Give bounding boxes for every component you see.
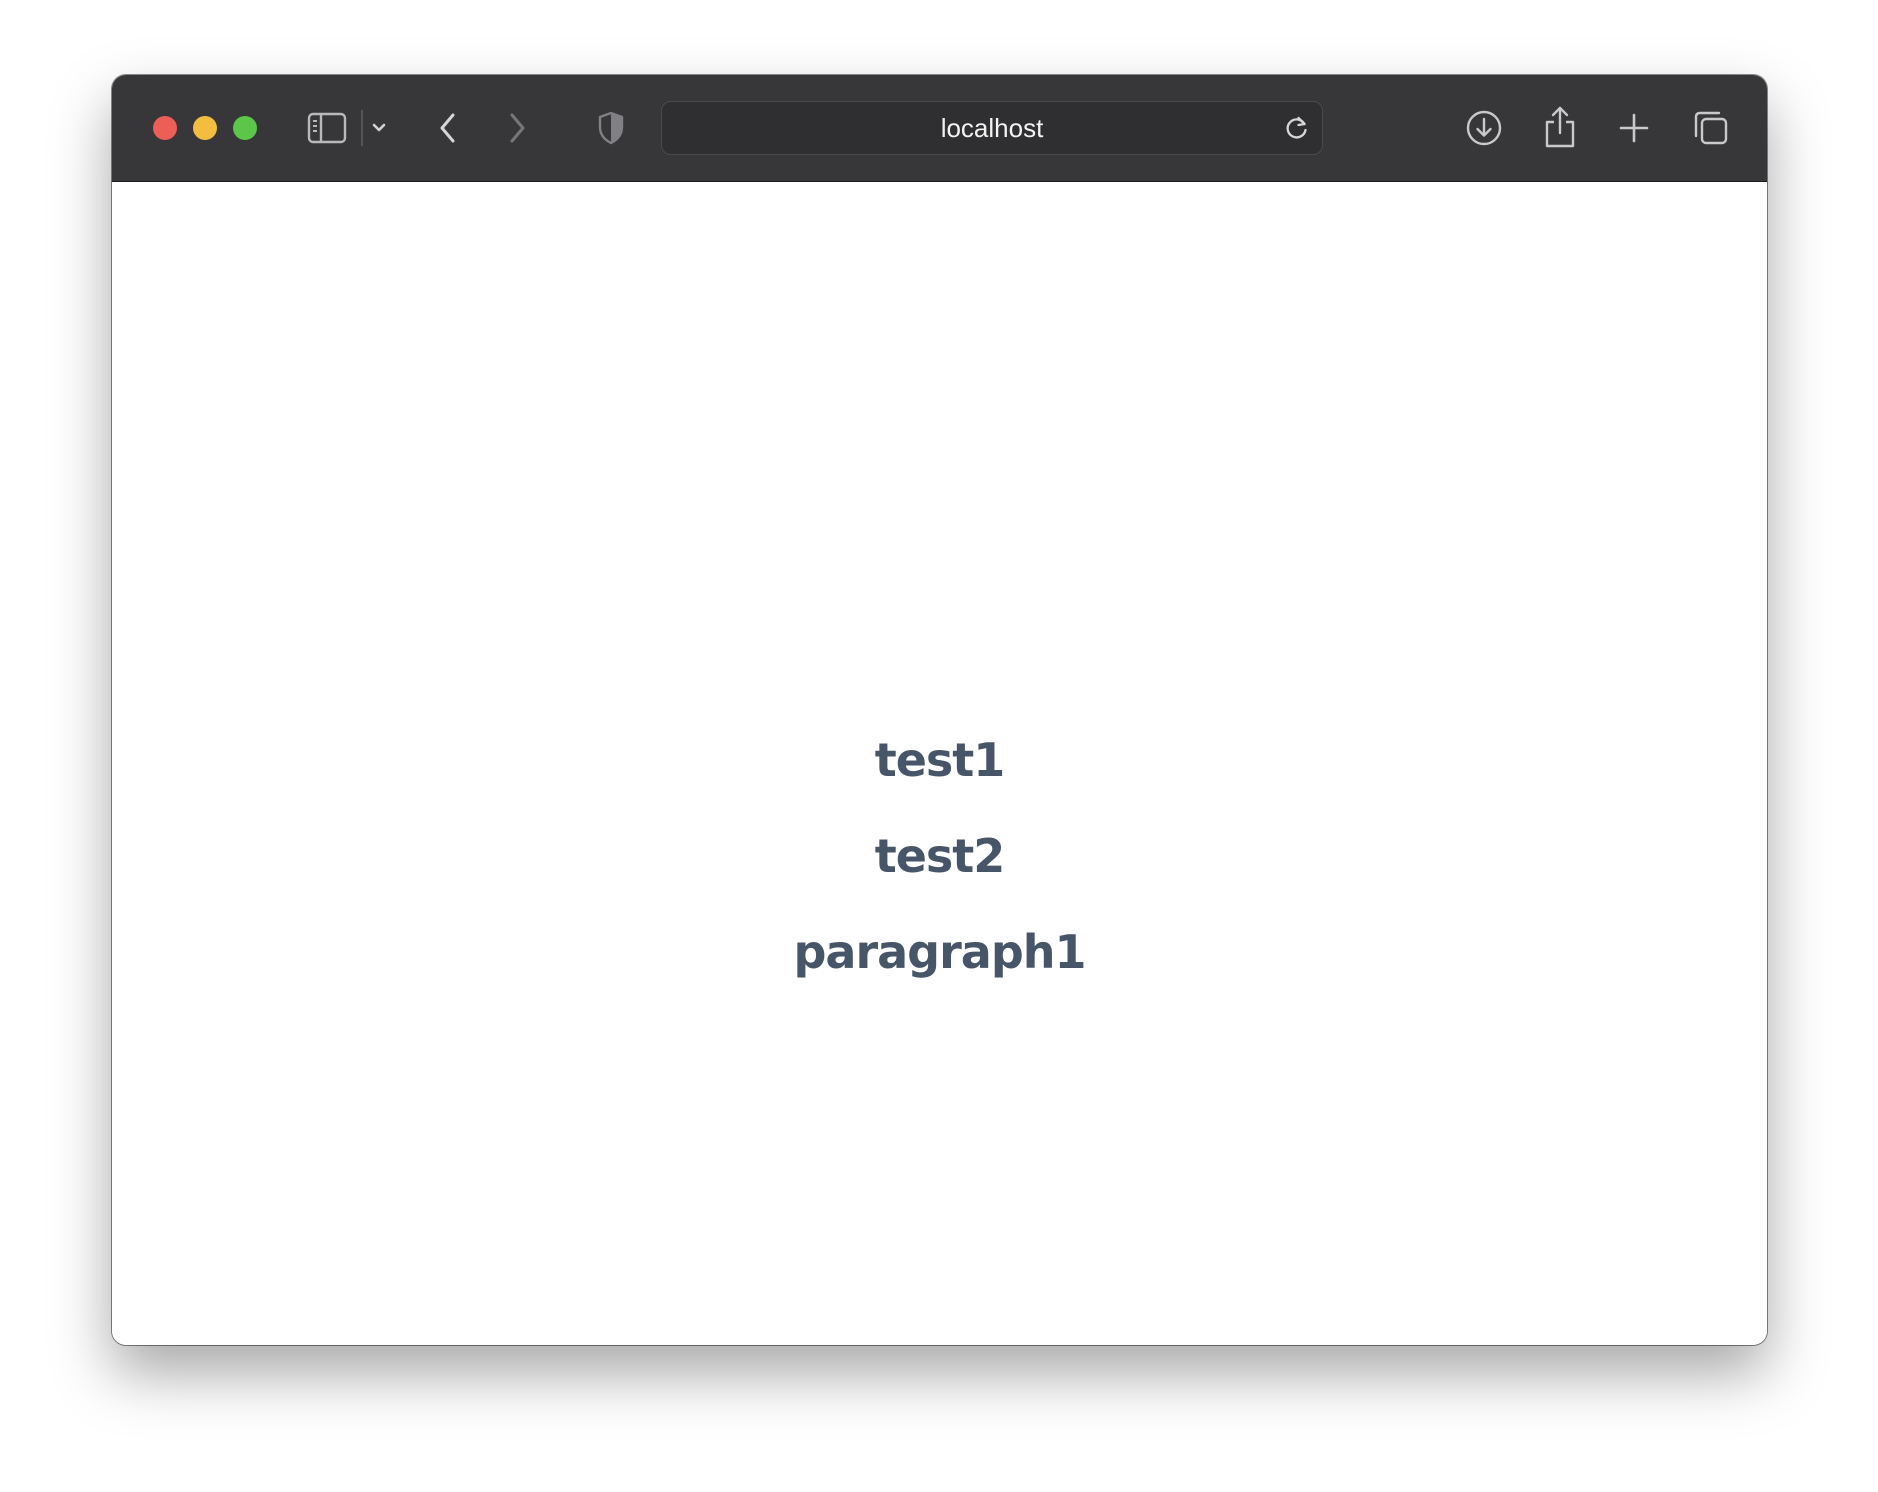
text-line-test1: test1 xyxy=(874,733,1006,787)
reload-icon xyxy=(1286,116,1307,139)
privacy-report-button[interactable] xyxy=(594,108,628,148)
shield-icon xyxy=(598,111,624,145)
sidebar-menu-button[interactable] xyxy=(367,116,391,140)
address-bar[interactable]: localhost xyxy=(661,101,1323,155)
minimize-window-button[interactable] xyxy=(193,116,217,140)
back-button[interactable] xyxy=(430,108,466,148)
text-line-test2: test2 xyxy=(874,829,1006,883)
browser-toolbar: localhost xyxy=(112,75,1767,182)
close-window-button[interactable] xyxy=(153,116,177,140)
download-icon xyxy=(1466,110,1502,146)
toolbar-divider xyxy=(361,110,363,146)
share-icon xyxy=(1545,106,1575,148)
forward-button[interactable] xyxy=(499,108,535,148)
tabs-icon xyxy=(1694,111,1728,145)
reload-button[interactable] xyxy=(1282,113,1312,143)
share-button[interactable] xyxy=(1540,103,1580,151)
browser-window: localhost test1 test2 paragraph1 xyxy=(112,75,1767,1345)
new-tab-button[interactable] xyxy=(1614,108,1654,148)
chevron-right-icon xyxy=(510,113,525,143)
downloads-button[interactable] xyxy=(1464,108,1504,148)
page-content: test1 test2 paragraph1 xyxy=(112,182,1767,1345)
chevron-left-icon xyxy=(440,113,455,143)
sidebar-icon xyxy=(307,112,347,144)
maximize-window-button[interactable] xyxy=(233,116,257,140)
sidebar-toggle-button[interactable] xyxy=(305,108,349,148)
address-text: localhost xyxy=(940,112,1044,143)
chevron-down-icon xyxy=(372,123,386,132)
tab-overview-button[interactable] xyxy=(1690,107,1732,149)
text-line-paragraph1: paragraph1 xyxy=(793,925,1086,979)
plus-icon xyxy=(1619,113,1649,143)
text-block: test1 test2 paragraph1 xyxy=(112,712,1767,1000)
